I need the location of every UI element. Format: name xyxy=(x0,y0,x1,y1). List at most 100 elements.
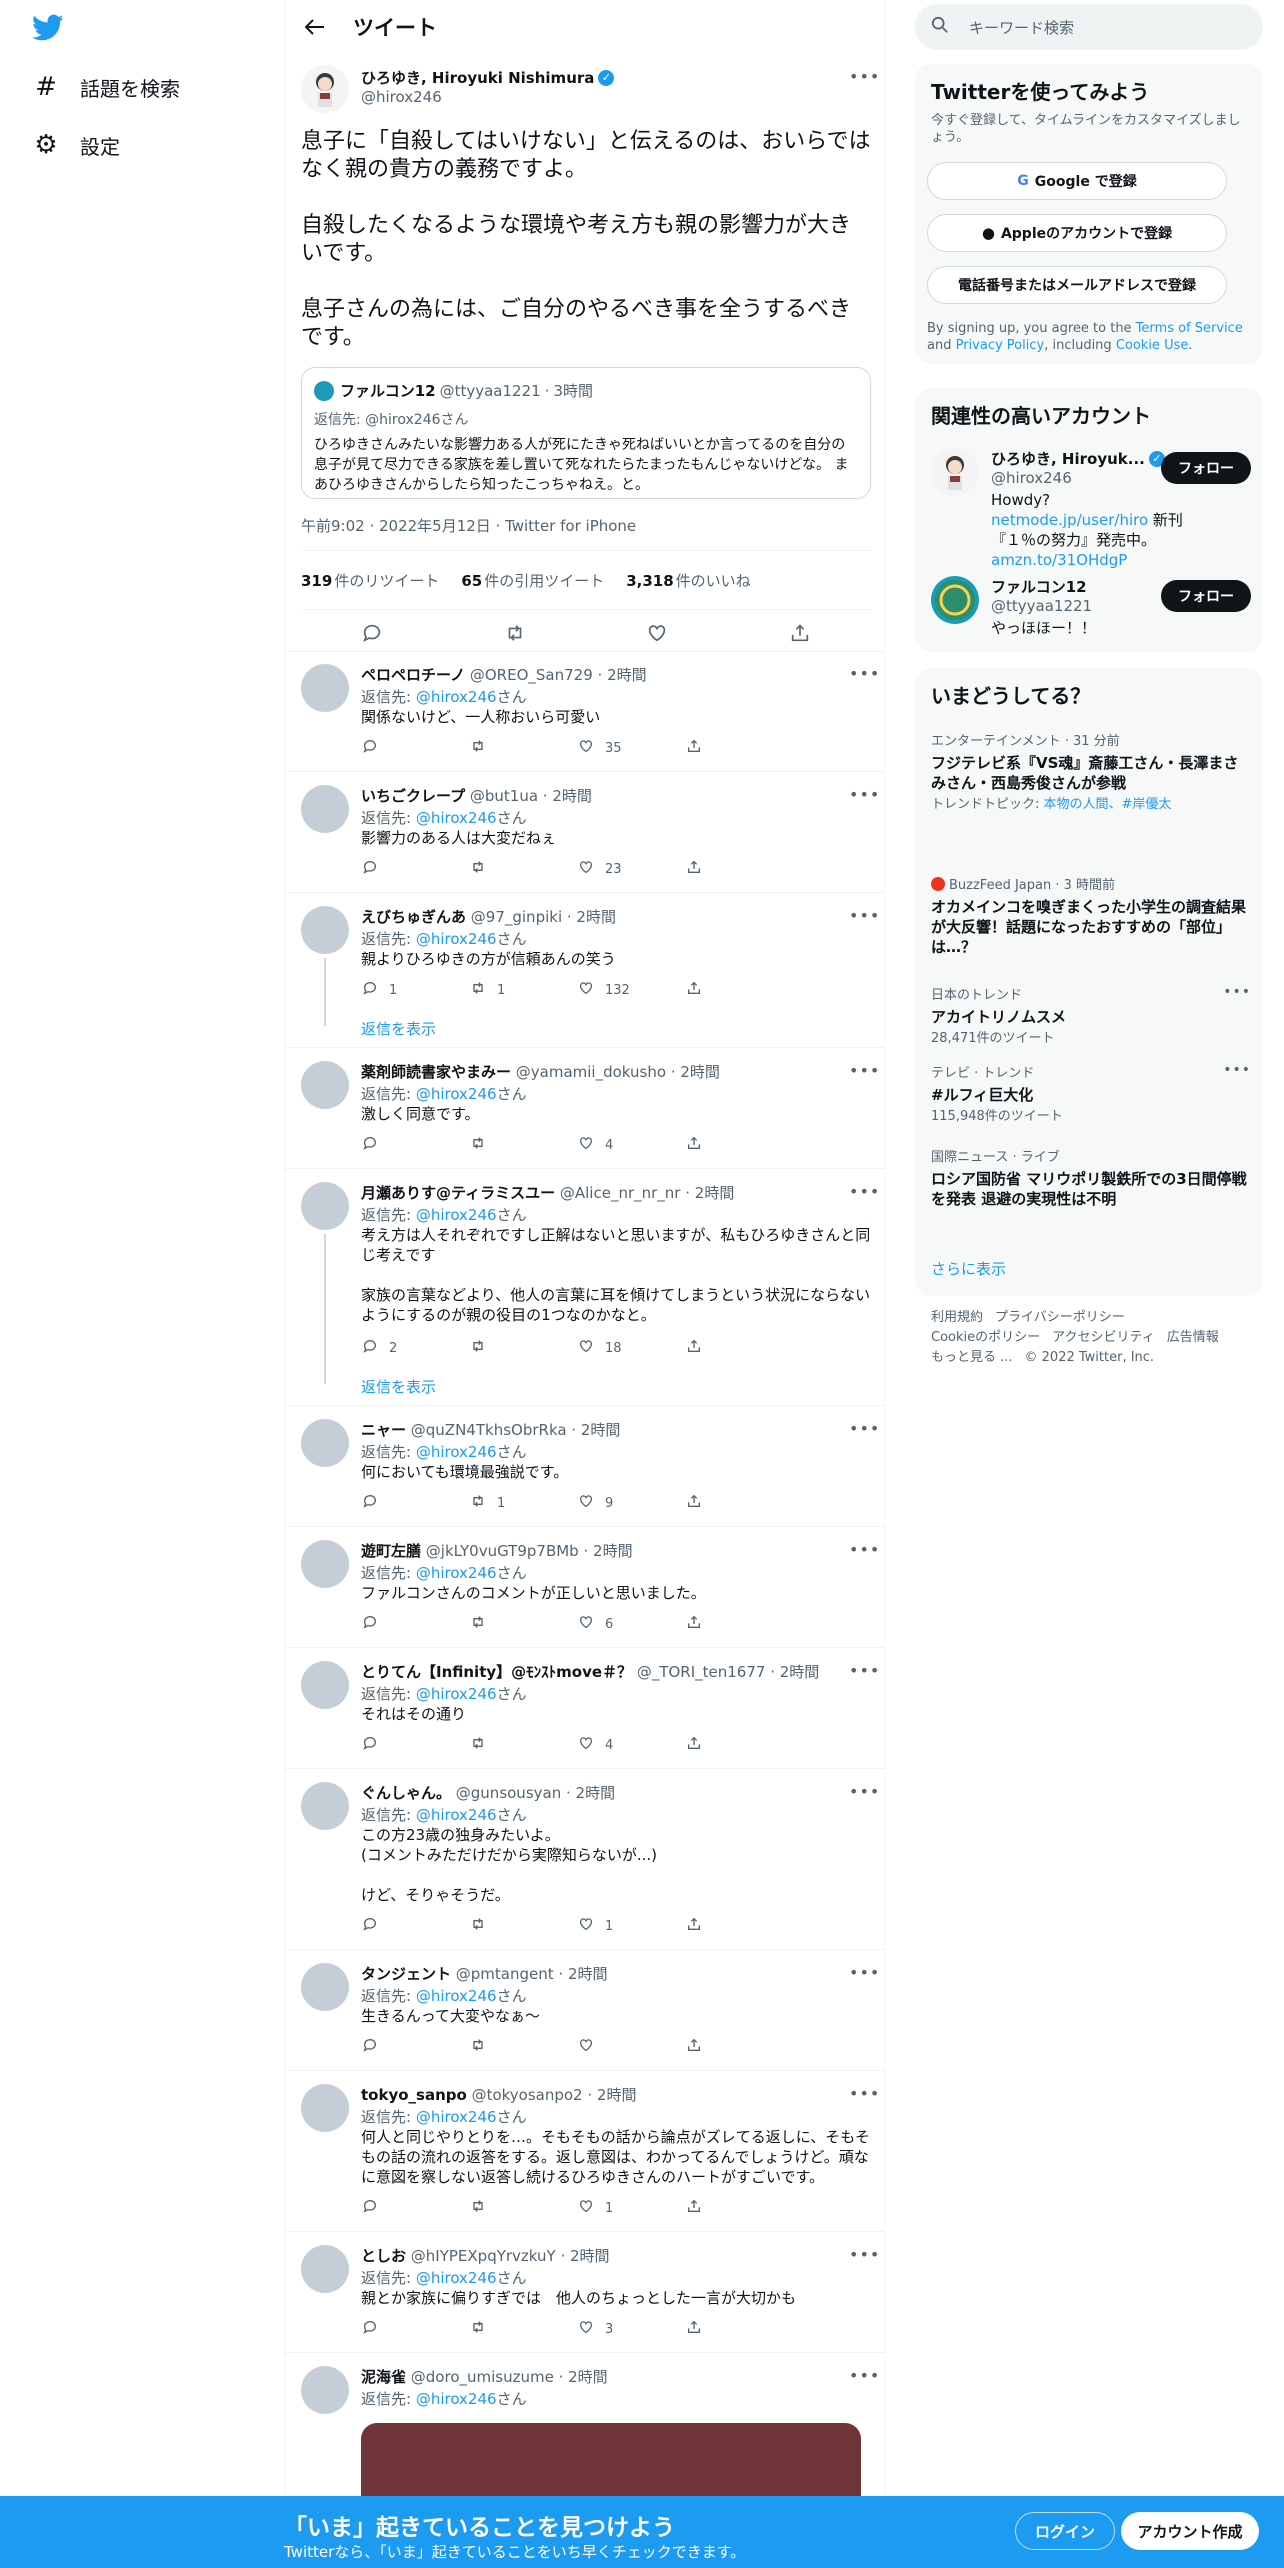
nav-settings[interactable]: ⚙ 設定 xyxy=(32,125,120,165)
reply-time[interactable]: 2時間 xyxy=(581,1421,621,1439)
quoted-tweet[interactable]: ファルコン12 @ttyyaa1221 · 3時間 返信先: @hirox246… xyxy=(301,367,871,499)
more-options-icon[interactable]: ••• xyxy=(849,1661,879,1680)
search-input[interactable]: キーワード検索 xyxy=(969,17,1074,38)
reply-action[interactable] xyxy=(361,2319,469,2339)
account-card[interactable]: ひろゆき, Hiroyuk... ✓ @hirox246 Howdy? netm… xyxy=(931,448,1251,569)
like-action[interactable]: 6 xyxy=(577,1614,685,1634)
trend-item[interactable]: BuzzFeed Japan · 3 時間前 オカメインコを嗅ぎまくった小学生の… xyxy=(931,874,1251,957)
reply-time[interactable]: 2時間 xyxy=(568,1965,608,1983)
avatar[interactable] xyxy=(301,664,349,712)
retweet-action[interactable] xyxy=(469,738,577,758)
reply-author-handle[interactable]: @gunsousyan xyxy=(451,1784,561,1802)
avatar[interactable] xyxy=(301,1782,349,1830)
reply-author-name[interactable]: えびちゅぎんあ xyxy=(361,908,466,926)
trend-item[interactable]: 日本のトレンド アカイトリノムスメ 28,471件のツイート ••• xyxy=(931,984,1251,1047)
reply-author-name[interactable]: いちごクレープ xyxy=(361,787,465,805)
reply-action[interactable]: 1 xyxy=(361,980,469,1000)
retweet-action[interactable]: 1 xyxy=(469,1493,577,1513)
avatar[interactable] xyxy=(301,2366,349,2414)
more-options-icon[interactable]: ••• xyxy=(849,2084,879,2103)
reply-tweet[interactable]: とりてん【Infinity】@ﾓﾝｽﾄmove＃？ @_TORI_ten1677… xyxy=(285,1649,885,1769)
apple-signup-button[interactable]: ● Appleのアカウントで登録 xyxy=(927,214,1227,252)
like-action[interactable]: 35 xyxy=(577,738,685,758)
more-options-icon[interactable]: ••• xyxy=(849,664,879,683)
avatar[interactable] xyxy=(301,1963,349,2011)
avatar[interactable] xyxy=(301,906,349,954)
reply-author-handle[interactable]: @jkLY0vuGT9p7BMb xyxy=(421,1542,579,1560)
reply-to-link[interactable]: @hirox246 xyxy=(416,1564,497,1582)
like-action[interactable] xyxy=(577,2037,685,2057)
share-action[interactable] xyxy=(685,2198,793,2218)
like-action[interactable]: 132 xyxy=(577,980,685,1000)
like-action[interactable]: 3 xyxy=(577,2319,685,2339)
back-arrow-icon[interactable] xyxy=(295,7,335,47)
footer-link[interactable]: 広告情報 xyxy=(1167,1330,1219,1345)
reply-tweet[interactable]: tokyo_sanpo @tokyosanpo2 · 2時間 ••• 返信先: @h… xyxy=(285,2072,885,2232)
retweet-action[interactable] xyxy=(469,1135,577,1155)
like-action[interactable]: 9 xyxy=(577,1493,685,1513)
reply-author-name[interactable]: 遊町左膳 xyxy=(361,1542,421,1560)
reply-author-handle[interactable]: @_TORI_ten1677 xyxy=(632,1663,766,1681)
like-action[interactable]: 18 xyxy=(577,1338,685,1358)
reply-action[interactable] xyxy=(361,1135,469,1155)
reply-time[interactable]: 2時間 xyxy=(607,666,647,684)
reply-action[interactable] xyxy=(361,1614,469,1634)
reply-to-link[interactable]: @hirox246 xyxy=(416,2269,497,2287)
reply-author-handle[interactable]: @OREO_San729 xyxy=(465,666,593,684)
share-action[interactable] xyxy=(685,1735,793,1755)
avatar[interactable] xyxy=(301,1419,349,1467)
reply-tweet[interactable]: ニャー @quZN4TkhsObrRka · 2時間 ••• 返信先: @hirox… xyxy=(285,1407,885,1527)
more-options-icon[interactable]: ••• xyxy=(849,1963,879,1982)
author-name[interactable]: ひろゆき, Hiroyuki Nishimura ✓ xyxy=(361,67,615,88)
reply-author-name[interactable]: 月瀬ありす@ティラミスユー xyxy=(361,1184,555,1202)
more-options-icon[interactable]: ••• xyxy=(1223,984,1251,1000)
privacy-link[interactable]: Privacy Policy xyxy=(956,338,1045,353)
reply-author-name[interactable]: タンジェント xyxy=(361,1965,451,1983)
retweet-action[interactable] xyxy=(469,1735,577,1755)
reply-author-handle[interactable]: @97_ginpiki xyxy=(466,908,562,926)
trend-item[interactable]: 国際ニュース · ライブ ロシア国防省 マリウポリ製鉄所での3日間停戦を発表 退… xyxy=(931,1146,1251,1209)
avatar[interactable] xyxy=(301,785,349,833)
like-action[interactable]: 1 xyxy=(577,2198,685,2218)
reply-author-name[interactable]: tokyo_sanpo xyxy=(361,2086,467,2104)
retweet-action[interactable] xyxy=(469,1916,577,1936)
trend-item[interactable]: エンターテインメント · 31 分前 フジテレビ系『VS魂』斎藤工さん・長澤まさ… xyxy=(931,730,1251,813)
bio-link[interactable]: netmode.jp/user/hiro xyxy=(991,511,1148,529)
google-signup-button[interactable]: G Google で登録 xyxy=(927,162,1227,200)
reply-time[interactable]: 2時間 xyxy=(593,1542,633,1560)
reply-action[interactable] xyxy=(361,1916,469,1936)
twitter-logo-icon[interactable] xyxy=(32,14,64,44)
share-icon[interactable] xyxy=(789,622,811,649)
more-options-icon[interactable]: ••• xyxy=(849,1782,879,1801)
footer-link[interactable]: 利用規約 xyxy=(931,1310,983,1325)
reply-author-handle[interactable]: @but1ua xyxy=(465,787,538,805)
reply-author-handle[interactable]: @quZN4TkhsObrRka xyxy=(406,1421,567,1439)
avatar[interactable] xyxy=(301,1061,349,1109)
nav-explore[interactable]: # 話題を検索 xyxy=(32,67,180,107)
more-options-icon[interactable]: ••• xyxy=(849,1419,879,1438)
reply-author-name[interactable]: としお xyxy=(361,2247,406,2265)
trend-topic-links[interactable]: 本物の人間、#岸優太 xyxy=(1044,797,1172,812)
share-action[interactable] xyxy=(685,1338,793,1358)
more-options-icon[interactable]: ••• xyxy=(849,67,879,86)
reply-tweet[interactable]: タンジェント @pmtangent · 2時間 ••• 返信先: @hirox246… xyxy=(285,1951,885,2071)
reply-to-link[interactable]: @hirox246 xyxy=(416,2108,497,2126)
reply-tweet[interactable]: 遊町左膳 @jkLY0vuGT9p7BMb · 2時間 ••• 返信先: @hiro… xyxy=(285,1528,885,1648)
more-options-icon[interactable]: ••• xyxy=(849,1540,879,1559)
more-options-icon[interactable]: ••• xyxy=(849,785,879,804)
reply-action[interactable] xyxy=(361,2037,469,2057)
account-card[interactable]: ファルコン12 @ttyyaa1221 やっほほー！！ フォロー xyxy=(931,576,1251,637)
more-options-icon[interactable]: ••• xyxy=(849,2366,879,2385)
share-action[interactable] xyxy=(685,1135,793,1155)
share-action[interactable] xyxy=(685,1916,793,1936)
retweet-action[interactable] xyxy=(469,859,577,879)
reply-to-link[interactable]: @hirox246 xyxy=(416,1987,497,2005)
reply-author-handle[interactable]: @hIYPEXpqYrvzkuY xyxy=(406,2247,556,2265)
show-replies-link[interactable]: 返信を表示 xyxy=(361,1018,436,1039)
reply-tweet[interactable]: いちごクレープ @but1ua · 2時間 ••• 返信先: @hirox246さん… xyxy=(285,773,885,893)
reply-action[interactable] xyxy=(361,2198,469,2218)
reply-tweet[interactable]: としお @hIYPEXpqYrvzkuY · 2時間 ••• 返信先: @hirox… xyxy=(285,2233,885,2353)
share-action[interactable] xyxy=(685,1493,793,1513)
reply-tweet[interactable]: えびちゅぎんあ @97_ginpiki · 2時間 ••• 返信先: @hirox2… xyxy=(285,894,885,1048)
like-icon[interactable] xyxy=(646,622,668,649)
